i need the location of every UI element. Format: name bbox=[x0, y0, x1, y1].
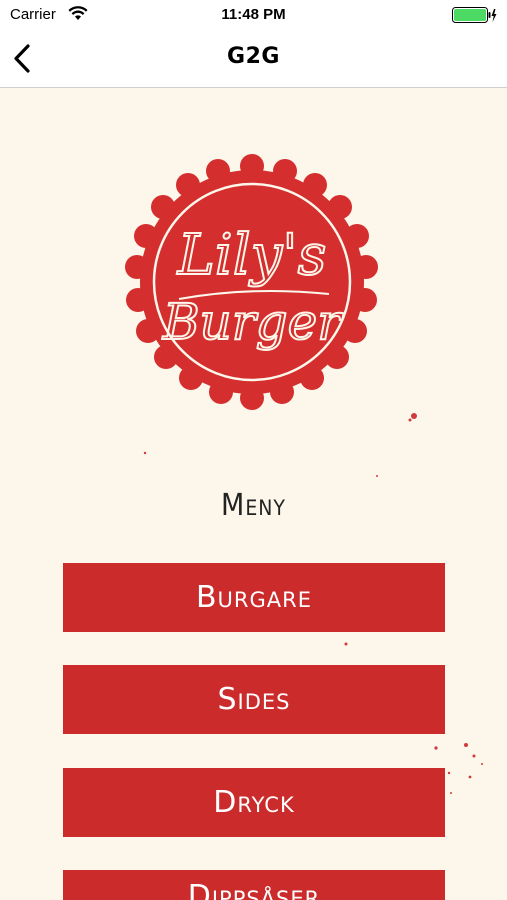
page-title: G2G bbox=[227, 44, 280, 69]
menu-button-sides[interactable]: Sides bbox=[63, 665, 445, 734]
lilys-burger-logo: Lily's Burger bbox=[124, 154, 380, 410]
navigation-bar: G2G bbox=[0, 30, 507, 88]
menu-button-label: Burgare bbox=[195, 580, 313, 615]
menu-button-dippsaser[interactable]: Dippsåser bbox=[63, 870, 445, 900]
menu-button-burgare[interactable]: Burgare bbox=[63, 563, 445, 632]
clock: 11:48 PM bbox=[221, 6, 286, 23]
menu-button-dryck[interactable]: Dryck bbox=[63, 768, 445, 837]
svg-text:Burger: Burger bbox=[162, 293, 344, 351]
content-area: Lily's Burger Meny Burgare Sides Dryck D… bbox=[0, 88, 507, 900]
svg-text:Lily's: Lily's bbox=[177, 223, 327, 288]
status-bar: Carrier 11:48 PM bbox=[0, 0, 507, 30]
menu-button-label: Dryck bbox=[213, 785, 295, 820]
menu-button-label: Dippsåser bbox=[187, 879, 321, 900]
battery-icon bbox=[452, 7, 497, 28]
menu-button-label: Sides bbox=[217, 682, 291, 717]
menu-heading: Meny bbox=[221, 488, 286, 523]
